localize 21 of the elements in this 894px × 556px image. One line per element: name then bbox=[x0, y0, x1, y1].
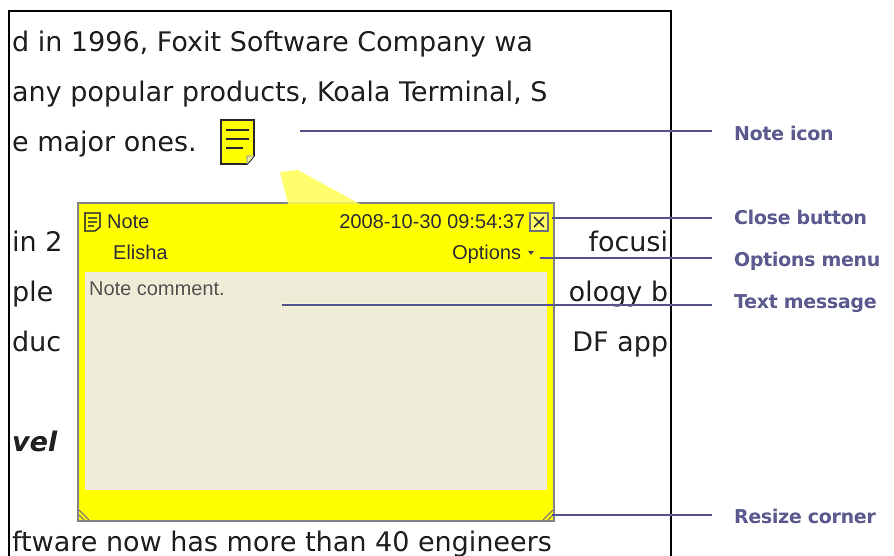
document-text: focusi bbox=[588, 226, 668, 258]
callout-label: Text message bbox=[734, 291, 876, 313]
callout-label: Options menu bbox=[734, 249, 880, 271]
comment-text: Note comment. bbox=[89, 278, 225, 300]
note-timestamp: 2008-10-30 09:54:37 bbox=[339, 210, 525, 234]
document-text: DF app bbox=[572, 326, 668, 358]
document-text: d in 1996, Foxit Software Company wa bbox=[12, 26, 533, 58]
options-menu[interactable]: Options bbox=[452, 242, 535, 264]
section-heading: vel bbox=[12, 426, 58, 458]
document-text: in 2 bbox=[12, 226, 62, 258]
callout-label: Note icon bbox=[734, 123, 834, 145]
document-text: duc bbox=[12, 326, 62, 358]
note-author: Elisha bbox=[113, 242, 168, 264]
callout-label: Resize corner bbox=[734, 506, 876, 528]
note-title: Note bbox=[107, 210, 150, 234]
document-text: e major ones. bbox=[12, 126, 197, 158]
callout-label: Close button bbox=[734, 207, 867, 229]
document-text: ple bbox=[12, 276, 54, 308]
document-text: any popular products, Koala Terminal, S bbox=[12, 76, 548, 108]
comment-text-area[interactable]: Note comment. bbox=[85, 272, 547, 490]
document-text: ftware now has more than 40 engineers bbox=[12, 526, 552, 556]
